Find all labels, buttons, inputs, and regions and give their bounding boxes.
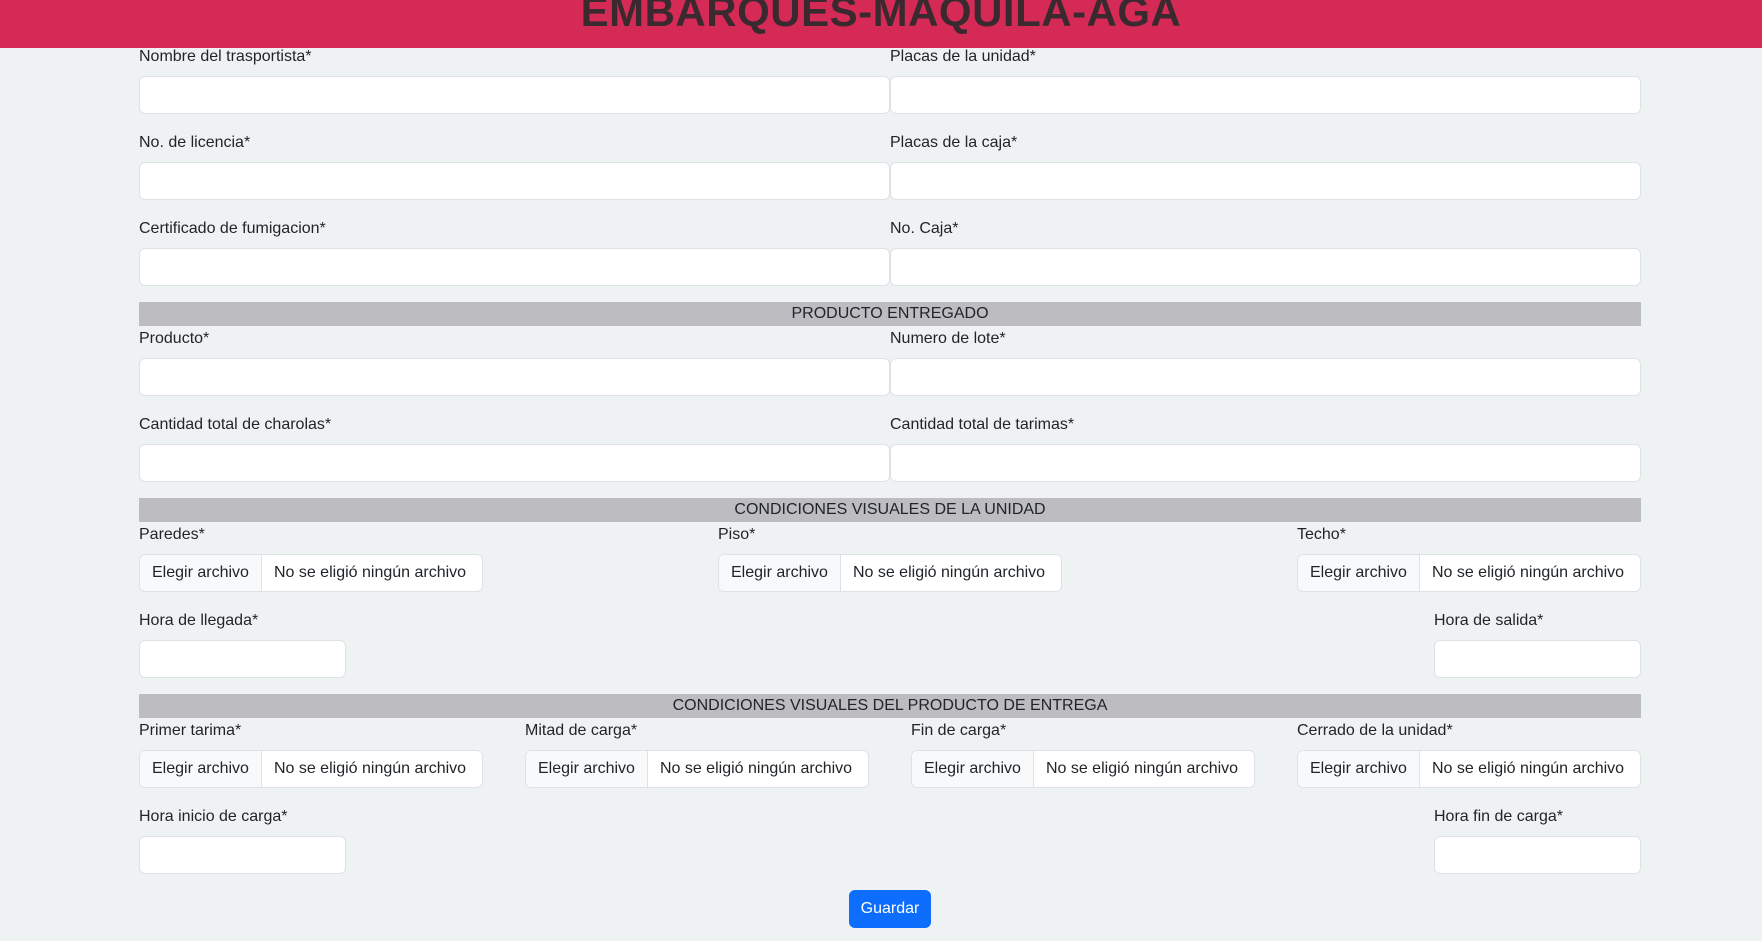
- pallets-label: Cantidad total de tarimas*: [890, 416, 1075, 433]
- first-pallet-file-input[interactable]: Elegir archivo No se eligió ningún archi…: [139, 750, 483, 788]
- file-status-text: No se eligió ningún archivo: [273, 564, 467, 581]
- mid-load-label: Mitad de carga*: [525, 722, 638, 739]
- file-status-text: No se eligió ningún archivo: [1045, 760, 1239, 777]
- load-end-time-input[interactable]: [1434, 836, 1641, 874]
- product-label: Producto*: [139, 330, 210, 347]
- carrier-name-label: Nombre del trasportista*: [139, 48, 312, 65]
- unit-closed-label: Cerrado de la unidad*: [1297, 722, 1453, 739]
- page-title: EMBARQUES-MAQUILA-AGA: [580, 0, 1182, 35]
- box-number-input[interactable]: [890, 248, 1641, 286]
- end-load-label: Fin de carga*: [911, 722, 1007, 739]
- trays-label: Cantidad total de charolas*: [139, 416, 332, 433]
- choose-file-button[interactable]: Elegir archivo: [140, 555, 262, 591]
- mid-load-file-input[interactable]: Elegir archivo No se eligió ningún archi…: [525, 750, 869, 788]
- license-label: No. de licencia*: [139, 134, 251, 151]
- box-plates-label: Placas de la caja*: [890, 134, 1018, 151]
- lot-number-label: Numero de lote*: [890, 330, 1006, 347]
- file-status-text: No se eligió ningún archivo: [1431, 564, 1625, 581]
- arrival-time-input[interactable]: [139, 640, 346, 678]
- departure-time-label: Hora de salida*: [1434, 612, 1544, 629]
- choose-file-button[interactable]: Elegir archivo: [912, 751, 1034, 787]
- load-start-time-label: Hora inicio de carga*: [139, 808, 288, 825]
- file-status-text: No se eligió ningún archivo: [659, 760, 853, 777]
- fumigation-input[interactable]: [139, 248, 890, 286]
- roof-label: Techo*: [1297, 526, 1346, 543]
- arrival-time-label: Hora de llegada*: [139, 612, 259, 629]
- file-status-text: No se eligió ningún archivo: [1431, 760, 1625, 777]
- choose-file-button[interactable]: Elegir archivo: [719, 555, 841, 591]
- box-plates-input[interactable]: [890, 162, 1641, 200]
- carrier-name-input[interactable]: [139, 76, 890, 114]
- unit-closed-file-input[interactable]: Elegir archivo No se eligió ningún archi…: [1297, 750, 1641, 788]
- pallets-input[interactable]: [890, 444, 1641, 482]
- product-input[interactable]: [139, 358, 890, 396]
- choose-file-button[interactable]: Elegir archivo: [1298, 555, 1420, 591]
- unit-plates-label: Placas de la unidad*: [890, 48, 1036, 65]
- choose-file-button[interactable]: Elegir archivo: [526, 751, 648, 787]
- walls-label: Paredes*: [139, 526, 205, 543]
- trays-input[interactable]: [139, 444, 890, 482]
- walls-file-input[interactable]: Elegir archivo No se eligió ningún archi…: [139, 554, 483, 592]
- roof-file-input[interactable]: Elegir archivo No se eligió ningún archi…: [1297, 554, 1641, 592]
- choose-file-button[interactable]: Elegir archivo: [1298, 751, 1420, 787]
- box-number-label: No. Caja*: [890, 220, 959, 237]
- floor-label: Piso*: [718, 526, 756, 543]
- end-load-file-input[interactable]: Elegir archivo No se eligió ningún archi…: [911, 750, 1255, 788]
- floor-file-input[interactable]: Elegir archivo No se eligió ningún archi…: [718, 554, 1062, 592]
- product-conditions-header: CONDICIONES VISUALES DEL PRODUCTO DE ENT…: [139, 694, 1641, 718]
- first-pallet-label: Primer tarima*: [139, 722, 242, 739]
- file-status-text: No se eligió ningún archivo: [852, 564, 1046, 581]
- unit-conditions-header: CONDICIONES VISUALES DE LA UNIDAD: [139, 498, 1641, 522]
- fumigation-label: Certificado de fumigacion*: [139, 220, 326, 237]
- load-start-time-input[interactable]: [139, 836, 346, 874]
- load-end-time-label: Hora fin de carga*: [1434, 808, 1563, 825]
- page-header: EMBARQUES-MAQUILA-AGA: [0, 0, 1762, 48]
- lot-number-input[interactable]: [890, 358, 1641, 396]
- unit-plates-input[interactable]: [890, 76, 1641, 114]
- save-button[interactable]: Guardar: [849, 890, 931, 928]
- license-input[interactable]: [139, 162, 890, 200]
- file-status-text: No se eligió ningún archivo: [273, 760, 467, 777]
- choose-file-button[interactable]: Elegir archivo: [140, 751, 262, 787]
- product-section-header: PRODUCTO ENTREGADO: [139, 302, 1641, 326]
- departure-time-input[interactable]: [1434, 640, 1641, 678]
